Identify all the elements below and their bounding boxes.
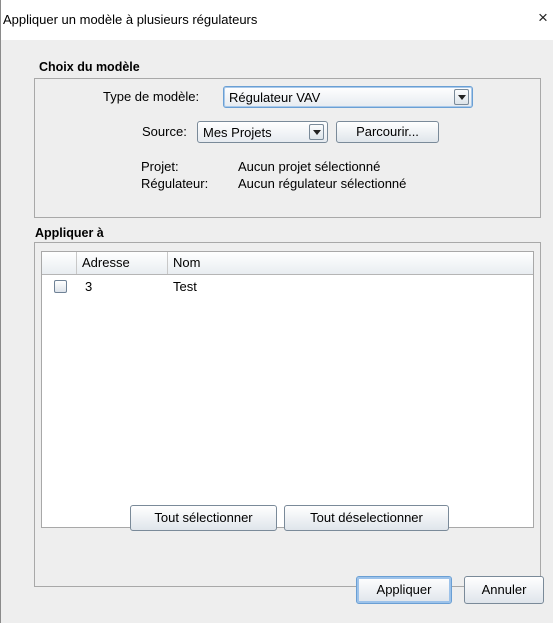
project-value: Aucun projet sélectionné bbox=[238, 159, 381, 174]
chevron-down-icon[interactable] bbox=[309, 124, 324, 140]
row-address: 3 bbox=[85, 279, 93, 294]
controllers-table: Adresse Nom 3 Test bbox=[41, 251, 534, 528]
project-label: Projet: bbox=[141, 159, 179, 174]
apply-button[interactable]: Appliquer bbox=[356, 576, 452, 604]
row-checkbox[interactable] bbox=[54, 280, 67, 293]
model-type-value: Régulateur VAV bbox=[229, 90, 321, 105]
table-header: Adresse Nom bbox=[42, 252, 533, 275]
table-row[interactable]: 3 Test bbox=[42, 276, 533, 298]
model-section-group: Type de modèle: Régulateur VAV Source: M… bbox=[34, 78, 541, 218]
apply-section-title: Appliquer à bbox=[35, 226, 104, 240]
column-header-address[interactable]: Adresse bbox=[77, 252, 168, 274]
dialog-content: Choix du modèle Type de modèle: Régulate… bbox=[1, 40, 553, 623]
deselect-all-button[interactable]: Tout déselectionner bbox=[284, 505, 449, 531]
cancel-button[interactable]: Annuler bbox=[464, 576, 544, 604]
dialog-window: Appliquer un modèle à plusieurs régulate… bbox=[0, 0, 553, 623]
model-type-select[interactable]: Régulateur VAV bbox=[223, 86, 473, 108]
controller-label: Régulateur: bbox=[141, 176, 209, 191]
controller-value: Aucun régulateur sélectionné bbox=[238, 176, 407, 191]
source-value: Mes Projets bbox=[203, 125, 272, 140]
model-section-title: Choix du modèle bbox=[39, 60, 140, 74]
window-title: Appliquer un modèle à plusieurs régulate… bbox=[3, 12, 258, 27]
close-icon[interactable]: × bbox=[538, 9, 553, 27]
select-all-button[interactable]: Tout sélectionner bbox=[130, 505, 277, 531]
chevron-down-icon[interactable] bbox=[454, 89, 469, 105]
column-header-select[interactable] bbox=[42, 252, 77, 274]
source-select[interactable]: Mes Projets bbox=[197, 121, 328, 143]
source-label: Source: bbox=[142, 124, 187, 139]
column-header-name[interactable]: Nom bbox=[168, 252, 533, 274]
browse-button[interactable]: Parcourir... bbox=[336, 121, 439, 143]
title-bar[interactable]: Appliquer un modèle à plusieurs régulate… bbox=[1, 0, 553, 40]
model-type-label: Type de modèle: bbox=[103, 89, 200, 104]
row-name: Test bbox=[173, 279, 197, 294]
